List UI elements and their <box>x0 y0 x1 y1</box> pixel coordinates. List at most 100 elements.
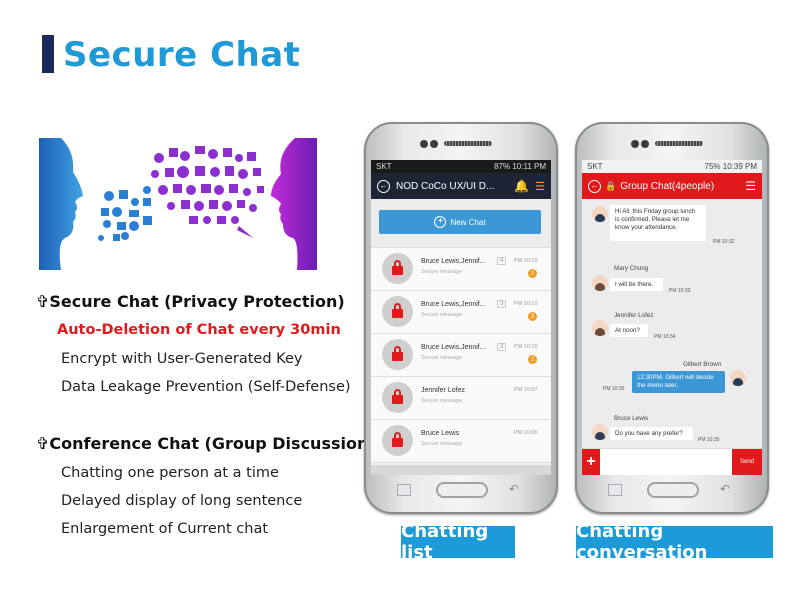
chat-name: Bruce Lewis,Jennif... <box>421 301 486 308</box>
chat-list-phone: SKT 87% 10:11 PM ← NOD CoCo UX/UI D... 🔔… <box>364 122 558 514</box>
screen-bottom-bar <box>371 465 551 475</box>
right-bubble-icons <box>151 146 264 238</box>
chat-list-item[interactable]: Bruce Lewis,Jennif... Secure message 4 P… <box>371 248 551 291</box>
message-time: PM 10:35 <box>698 437 720 443</box>
message-time: PM 10:33 <box>669 288 691 294</box>
chat-name: Jennifer Lofez <box>421 387 465 394</box>
add-attachment-button[interactable]: + <box>582 449 600 475</box>
plus-circle-icon: + <box>434 216 447 228</box>
right-face-silhouette <box>271 138 317 270</box>
message-bubble: Hi All, this Friday group lunch is confi… <box>610 205 706 241</box>
lock-avatar-icon <box>382 296 413 327</box>
feature-item: Delayed display of long sentence <box>61 493 303 509</box>
feature-item: Auto-Deletion of Chat every 30min <box>57 322 341 338</box>
recent-apps-key[interactable] <box>608 484 622 496</box>
member-count: 3 <box>497 343 507 351</box>
chat-list-item[interactable]: Bruce Lewis,Jennif... Secure message 3 P… <box>371 334 551 377</box>
title-accent-bar <box>42 35 54 73</box>
clock-label: 10:39 PM <box>722 162 757 171</box>
sensor-icon <box>641 140 649 148</box>
chat-time: PM 10:10 <box>514 301 538 307</box>
unread-badge: 3 <box>528 312 537 321</box>
chat-subtitle: Secure message <box>421 398 463 404</box>
lock-avatar-icon <box>382 425 413 456</box>
user-avatar <box>592 275 608 291</box>
chat-subtitle: Secure message <box>421 441 463 447</box>
menu-icon[interactable]: ☰ <box>535 180 545 193</box>
menu-icon[interactable]: ☰ <box>745 179 756 193</box>
recent-apps-key[interactable] <box>397 484 411 496</box>
status-bar: SKT 75% 10:39 PM <box>582 160 762 173</box>
group-chat-title: Group Chat(4people) <box>620 180 715 192</box>
conversation-screen: SKT 75% 10:39 PM ← 🔒 Group Chat(4people)… <box>582 160 762 475</box>
new-chat-button[interactable]: + New Chat <box>379 210 541 234</box>
app-header: ← NOD CoCo UX/UI D... 🔔 ☰ <box>371 173 551 199</box>
chat-list-item[interactable]: Jennifer Lofez Secure message PM 10:07 <box>371 377 551 420</box>
user-avatar <box>592 424 608 440</box>
message-list: Hi All, this Friday group lunch is confi… <box>582 199 762 462</box>
home-button[interactable] <box>647 482 699 498</box>
lock-icon: 🔒 <box>605 180 617 191</box>
sender-name: Bruce Lewis <box>614 415 649 422</box>
chat-name: Bruce Lewis,Jennif... <box>421 344 486 351</box>
chatting-list-caption: Chatting list <box>401 521 515 563</box>
message-bubble: At noon? <box>610 324 648 337</box>
conversation-header: ← 🔒 Group Chat(4people) ☰ <box>582 173 762 199</box>
battery-label: 87% <box>494 162 511 171</box>
sender-name: Jennifer Lofez <box>614 312 654 319</box>
feature-item: Enlargement of Current chat <box>61 521 269 537</box>
sender-name: Gilbert Brown <box>683 361 722 368</box>
lock-avatar-icon <box>382 382 413 413</box>
user-avatar <box>730 370 746 386</box>
message-input[interactable] <box>604 453 728 471</box>
lock-avatar-icon <box>382 253 413 284</box>
feature-item: Data Leakage Prevention (Self-Defense) <box>61 379 351 395</box>
chat-list-screen: SKT 87% 10:11 PM ← NOD CoCo UX/UI D... 🔔… <box>371 160 551 475</box>
page-title: Secure Chat <box>63 35 301 75</box>
chat-name: Bruce Lewis <box>421 430 460 437</box>
chat-time: PM 10:10 <box>514 258 538 264</box>
chat-time: PM 10:06 <box>514 430 538 436</box>
user-avatar <box>592 206 608 222</box>
chat-subtitle: Secure message <box>421 355 463 361</box>
home-button[interactable] <box>436 482 488 498</box>
back-arrow-icon[interactable]: ← <box>377 179 390 193</box>
lock-avatar-icon <box>382 339 413 370</box>
back-key-icon[interactable]: ↶ <box>720 482 730 496</box>
unread-badge: 2 <box>528 355 537 364</box>
battery-label: 75% <box>704 162 721 171</box>
message-bubble: I will be there. <box>610 278 663 291</box>
member-count: 3 <box>497 300 507 308</box>
chat-list-item[interactable]: Bruce Lewis Secure message PM 10:06 <box>371 420 551 463</box>
chat-subtitle: Secure message <box>421 312 463 318</box>
clock-label: 10:11 PM <box>512 162 546 171</box>
header-title: NOD CoCo UX/UI D... <box>396 180 495 192</box>
carrier-label: SKT <box>376 162 392 171</box>
carrier-label: SKT <box>587 162 603 171</box>
message-time: PM 10:35 <box>603 386 625 392</box>
feature-item: Chatting one person at a time <box>61 465 279 481</box>
status-bar: SKT 87% 10:11 PM <box>371 160 551 173</box>
conference-chat-heading: ✞Conference Chat (Group Discussion) <box>36 434 376 453</box>
bell-icon[interactable]: 🔔 <box>514 179 529 193</box>
back-arrow-icon[interactable]: ← <box>588 179 601 193</box>
message-composer: + Send <box>582 448 762 475</box>
camera-icon <box>420 140 428 148</box>
chat-conversation-phone: SKT 75% 10:39 PM ← 🔒 Group Chat(4people)… <box>575 122 769 514</box>
back-key-icon[interactable]: ↶ <box>509 482 519 496</box>
speaker-grille <box>655 141 703 146</box>
send-button[interactable]: Send <box>732 449 762 475</box>
feature-item: Encrypt with User-Generated Key <box>61 351 303 367</box>
sensor-icon <box>430 140 438 148</box>
new-chat-label: New Chat <box>450 217 486 227</box>
chatting-conversation-caption: Chatting conversation <box>576 521 773 563</box>
chat-faces-illustration <box>39 138 317 270</box>
message-bubble: Do you have any prefer? <box>610 427 693 440</box>
sender-name: Mary Chung <box>614 265 649 272</box>
message-time: PM 10:34 <box>654 334 676 340</box>
chat-time: PM 10:07 <box>514 387 538 393</box>
message-time: PM 10:32 <box>713 239 735 245</box>
chat-list-item[interactable]: Bruce Lewis,Jennif... Secure message 3 P… <box>371 291 551 334</box>
speaker-grille <box>444 141 492 146</box>
chat-name: Bruce Lewis,Jennif... <box>421 258 486 265</box>
